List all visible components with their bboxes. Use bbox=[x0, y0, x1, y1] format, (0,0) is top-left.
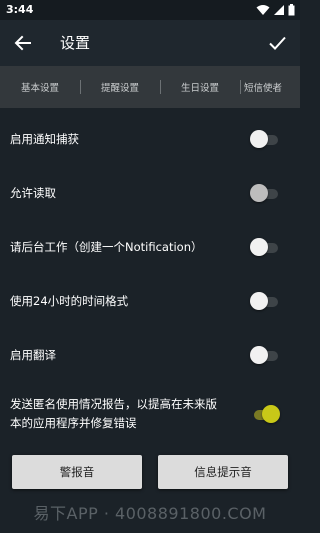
allow-read-toggle[interactable] bbox=[250, 184, 278, 202]
battery-icon bbox=[288, 4, 295, 16]
tab-sms-messenger[interactable]: 短信使者 bbox=[244, 66, 300, 108]
tab-reminder-settings[interactable]: 提醒设置 bbox=[80, 66, 160, 108]
setting-anonymous-usage-report[interactable]: 发送匿名使用情况报告，以提高在未来版本的应用程序并修复错误 bbox=[0, 386, 300, 442]
setting-label: 使用24小时的时间格式 bbox=[10, 294, 129, 308]
tab-bar: 基本设置 提醒设置 生日设置 短信使者 bbox=[0, 66, 300, 108]
switch-thumb bbox=[250, 238, 268, 256]
checkmark-icon[interactable] bbox=[266, 32, 288, 54]
notification-capture-toggle[interactable] bbox=[250, 130, 278, 148]
24-hour-format-toggle[interactable] bbox=[250, 292, 278, 310]
switch-thumb bbox=[250, 130, 268, 148]
page-title: 设置 bbox=[60, 34, 91, 52]
setting-label: 请后台工作（创建一个Notification） bbox=[10, 240, 203, 254]
alarm-sound-button[interactable]: 警报音 bbox=[12, 455, 142, 489]
background-work-toggle[interactable] bbox=[250, 238, 278, 256]
setting-label: 启用翻译 bbox=[10, 348, 56, 362]
setting-background-work[interactable]: 请后台工作（创建一个Notification） bbox=[0, 220, 300, 274]
setting-label: 发送匿名使用情况报告，以提高在未来版本的应用程序并修复错误 bbox=[10, 397, 217, 430]
setting-allow-read[interactable]: 允许读取 bbox=[0, 166, 300, 220]
setting-24-hour-format[interactable]: 使用24小时的时间格式 bbox=[0, 274, 300, 328]
setting-enable-translation[interactable]: 启用翻译 bbox=[0, 328, 300, 382]
tab-basic-settings[interactable]: 基本设置 bbox=[0, 66, 80, 108]
usage-report-toggle[interactable] bbox=[250, 405, 280, 423]
switch-thumb bbox=[250, 292, 268, 310]
signal-icon bbox=[274, 5, 284, 15]
setting-label: 允许读取 bbox=[10, 186, 56, 200]
status-time: 3:44 bbox=[6, 3, 34, 16]
status-icons bbox=[256, 3, 295, 17]
tab-birthday-settings[interactable]: 生日设置 bbox=[160, 66, 240, 108]
status-bar: 3:44 bbox=[0, 0, 300, 20]
notification-sound-button[interactable]: 信息提示音 bbox=[158, 455, 288, 489]
translation-toggle[interactable] bbox=[250, 346, 278, 364]
switch-thumb bbox=[250, 184, 268, 202]
switch-thumb bbox=[250, 346, 268, 364]
tab-divider bbox=[240, 80, 241, 94]
back-arrow-icon[interactable] bbox=[12, 32, 34, 54]
wifi-icon bbox=[256, 5, 270, 15]
setting-label: 启用通知捕获 bbox=[10, 132, 79, 146]
app-bar: 设置 bbox=[0, 20, 300, 66]
watermark: 易下APP · 4008891800.COM bbox=[33, 504, 267, 523]
setting-notification-capture[interactable]: 启用通知捕获 bbox=[0, 112, 300, 166]
switch-thumb bbox=[262, 405, 280, 423]
